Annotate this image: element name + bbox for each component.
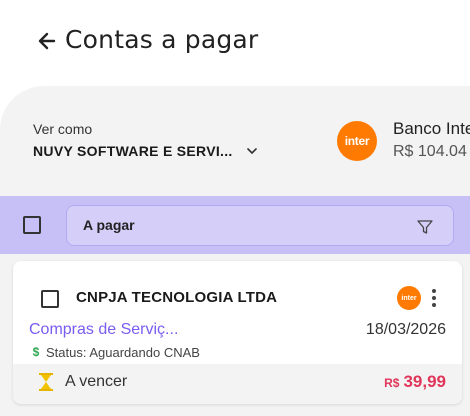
page-header: Contas a pagar: [0, 0, 470, 86]
bank-logo[interactable]: inter: [337, 121, 377, 161]
arrow-left-icon: [38, 32, 56, 50]
dollar-icon: $: [32, 345, 40, 359]
bill-due-date: 18/03/2026: [365, 321, 446, 338]
funnel-icon[interactable]: [416, 218, 434, 236]
bill-category[interactable]: Compras de Serviç...: [29, 321, 178, 339]
account-selector[interactable]: NUVY SOFTWARE E SERVI...: [33, 142, 269, 162]
bill-currency: R$: [384, 376, 400, 390]
status-filter-label: A pagar: [83, 217, 135, 233]
status-filter[interactable]: A pagar: [66, 205, 454, 246]
page-title: Contas a pagar: [65, 25, 259, 54]
bill-checkbox[interactable]: [41, 290, 59, 308]
select-all-checkbox[interactable]: [23, 216, 41, 234]
back-button[interactable]: [36, 30, 58, 52]
more-options-icon[interactable]: [426, 287, 442, 309]
bill-amount-value: 39,99: [403, 372, 446, 391]
view-as-label: Ver como: [33, 121, 93, 137]
bank-badge-icon: inter: [397, 286, 421, 310]
bill-status-text: Status: Aguardando CNAB: [46, 344, 200, 360]
account-selector-value: NUVY SOFTWARE E SERVI...: [33, 143, 233, 159]
bill-amount: R$ 39,99: [384, 372, 446, 392]
bill-status: $ Status: Aguardando CNAB: [31, 344, 200, 360]
due-status: A vencer: [65, 373, 128, 390]
chevron-down-icon: [247, 148, 257, 154]
bank-name: Banco Inter: [393, 119, 470, 138]
bank-balance: R$ 104.04: [393, 143, 467, 160]
hourglass-icon: [39, 373, 53, 391]
bill-supplier: CNPJA TECNOLOGIA LTDA: [76, 289, 278, 306]
